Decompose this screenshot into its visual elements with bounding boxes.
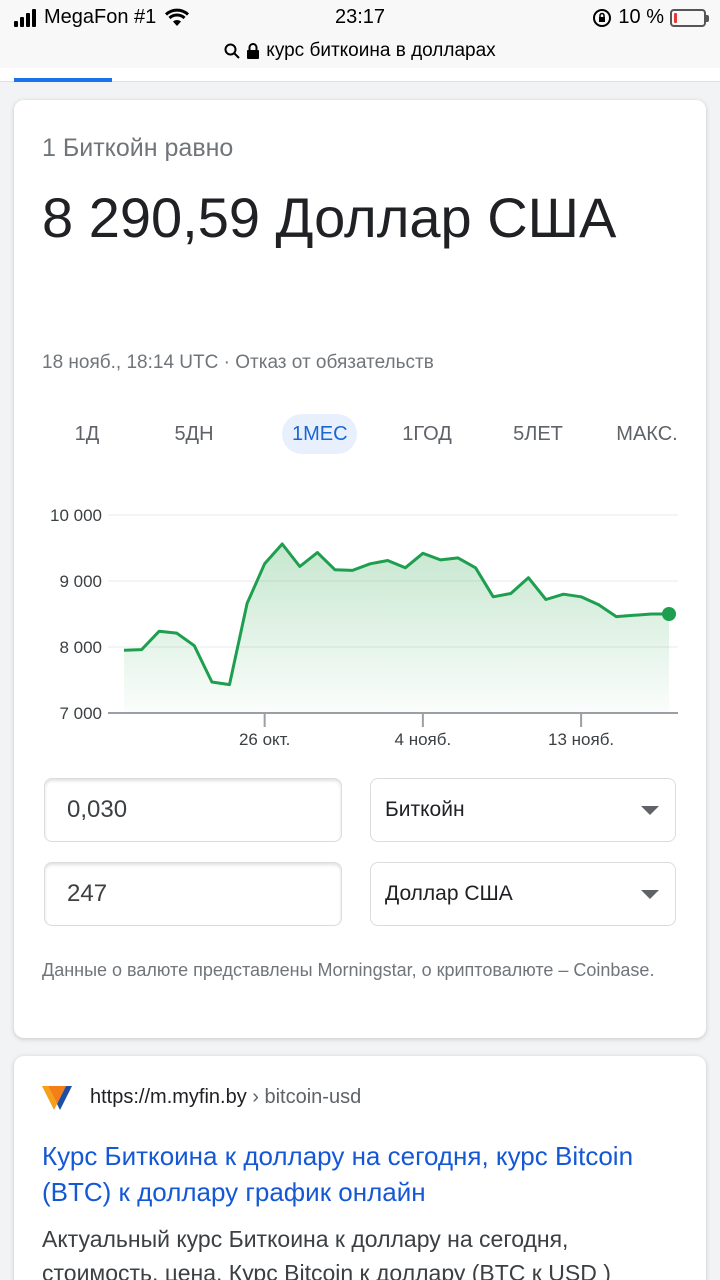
active-tab-indicator — [14, 78, 112, 82]
data-source-note: Данные о валюте представлены Morningstar… — [42, 960, 655, 980]
chart-area — [124, 544, 669, 713]
battery-icon — [670, 8, 709, 27]
url-text: курс биткоина в долларах — [266, 40, 496, 61]
x-tick-label: 13 нояб. — [548, 730, 614, 749]
amount-to-input[interactable]: 247 — [44, 862, 342, 926]
lock-icon — [247, 43, 260, 59]
range-selector: 1Д 5ДН 1МЕС 1ГОД 5ЛЕТ МАКС. — [42, 414, 682, 454]
currency-from-select[interactable]: Биткойн — [370, 778, 676, 842]
result-url-host: https://m.myfin.by — [90, 1086, 247, 1108]
amount-from-input[interactable]: 0,030 — [44, 778, 342, 842]
status-bar: MegaFon #1 23:17 10 % — [0, 0, 720, 34]
exchange-rate: 8 290,59 Доллар США — [42, 186, 617, 249]
address-bar[interactable]: курс биткоина в долларах — [0, 34, 720, 68]
orientation-lock-icon — [593, 8, 612, 27]
currency-to-value: Доллар США — [385, 882, 513, 905]
result-snippet: Актуальный курс Биткоина к доллару на се… — [42, 1226, 611, 1280]
x-tick-label: 26 окт. — [239, 730, 290, 749]
y-tick-label: 8 000 — [59, 638, 102, 657]
dropdown-arrow-icon — [641, 806, 659, 815]
amount-to-value: 247 — [67, 880, 108, 907]
amount-from-value: 0,030 — [67, 796, 128, 823]
range-5d[interactable]: 5ДН — [164, 414, 224, 454]
range-max[interactable]: МАКС. — [607, 414, 687, 454]
range-1m[interactable]: 1МЕС — [282, 414, 357, 454]
battery-percent: 10 % — [618, 6, 664, 28]
range-1d[interactable]: 1Д — [62, 414, 112, 454]
y-tick-label: 10 000 — [50, 506, 102, 525]
equals-label: 1 Биткойн равно — [42, 134, 234, 162]
current-price-marker — [662, 607, 676, 621]
currency-from-value: Биткойн — [385, 798, 465, 821]
myfin-logo-icon — [42, 1086, 72, 1110]
currency-to-select[interactable]: Доллар США — [370, 862, 676, 926]
dropdown-arrow-icon — [641, 890, 659, 899]
result-title-link[interactable]: Курс Биткоина к доллару на сегодня, курс… — [42, 1138, 682, 1210]
result-url-path: › bitcoin-usd — [246, 1086, 362, 1108]
search-tabs-strip — [0, 68, 720, 82]
y-tick-label: 9 000 — [59, 572, 102, 591]
y-tick-label: 7 000 — [59, 704, 102, 723]
search-result-card: https://m.myfin.by › bitcoin-usd Курс Би… — [14, 1056, 706, 1280]
range-5y[interactable]: 5ЛЕТ — [504, 414, 572, 454]
result-url[interactable]: https://m.myfin.by › bitcoin-usd — [90, 1086, 361, 1109]
x-tick-label: 4 нояб. — [395, 730, 452, 749]
search-icon — [224, 43, 241, 59]
range-1y[interactable]: 1ГОД — [392, 414, 462, 454]
price-chart[interactable]: 10 000 9 000 8 000 7 000 26 окт. 4 нояб. 13 н… — [14, 495, 706, 755]
currency-converter-card: 1 Биткойн равно 8 290,59 Доллар США 18 н… — [14, 100, 706, 1038]
rate-timestamp: 18 нояб., 18:14 UTC · Отказ от обязатель… — [42, 352, 434, 373]
